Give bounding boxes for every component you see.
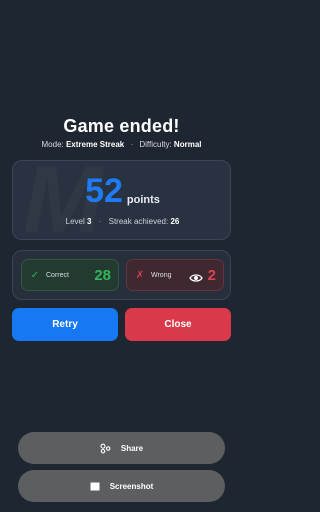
stats-row: Level 3 · Streak achieved: 26	[13, 217, 230, 226]
info-separator: ·	[130, 140, 134, 149]
score-card: M 52 points Level 3 · Streak achieved: 2…	[12, 160, 231, 240]
page-title: Game ended!	[63, 116, 180, 136]
mode-value: Extreme Streak	[65, 140, 125, 149]
wrong-count: 2	[207, 266, 216, 284]
score-value: 52	[85, 172, 123, 210]
level-label: Level	[65, 217, 85, 226]
screenshot-label: Screenshot	[109, 481, 154, 491]
share-button[interactable]: Share	[18, 432, 225, 464]
x-icon: ✗	[135, 269, 145, 281]
streak-label: Streak achieved:	[108, 217, 169, 226]
score-unit: points	[126, 194, 160, 206]
level-value: 3	[87, 217, 92, 226]
correct-count: 28	[94, 266, 111, 284]
check-icon: ✓	[30, 269, 40, 281]
game-over-screen: Game ended! Mode: Extreme Streak · Diffi…	[0, 0, 243, 512]
wrong-answers-pill[interactable]: ✗ Wrong 2	[126, 259, 224, 291]
difficulty-value: Normal	[173, 140, 202, 149]
eye-icon[interactable]	[188, 270, 203, 282]
mode-label: Mode:	[41, 140, 64, 149]
close-button[interactable]: Close	[125, 308, 231, 341]
score-display: 52 points	[13, 172, 230, 210]
share-icon	[100, 443, 111, 454]
share-label: Share	[120, 443, 144, 453]
difficulty-label: Difficulty:	[139, 140, 172, 149]
game-info: Mode: Extreme Streak · Difficulty: Norma…	[0, 140, 243, 149]
correct-label: Correct	[46, 271, 69, 279]
correct-answers-pill: ✓ Correct 28	[21, 259, 119, 291]
wrong-label: Wrong	[151, 271, 172, 279]
streak-value: 26	[170, 217, 180, 226]
screenshot-icon	[90, 482, 100, 491]
screenshot-button[interactable]: Screenshot	[18, 470, 225, 502]
results-card: ✓ Correct 28 ✗ Wrong 2	[12, 250, 231, 300]
retry-button[interactable]: Retry	[12, 308, 118, 341]
stats-separator: ·	[98, 217, 102, 226]
